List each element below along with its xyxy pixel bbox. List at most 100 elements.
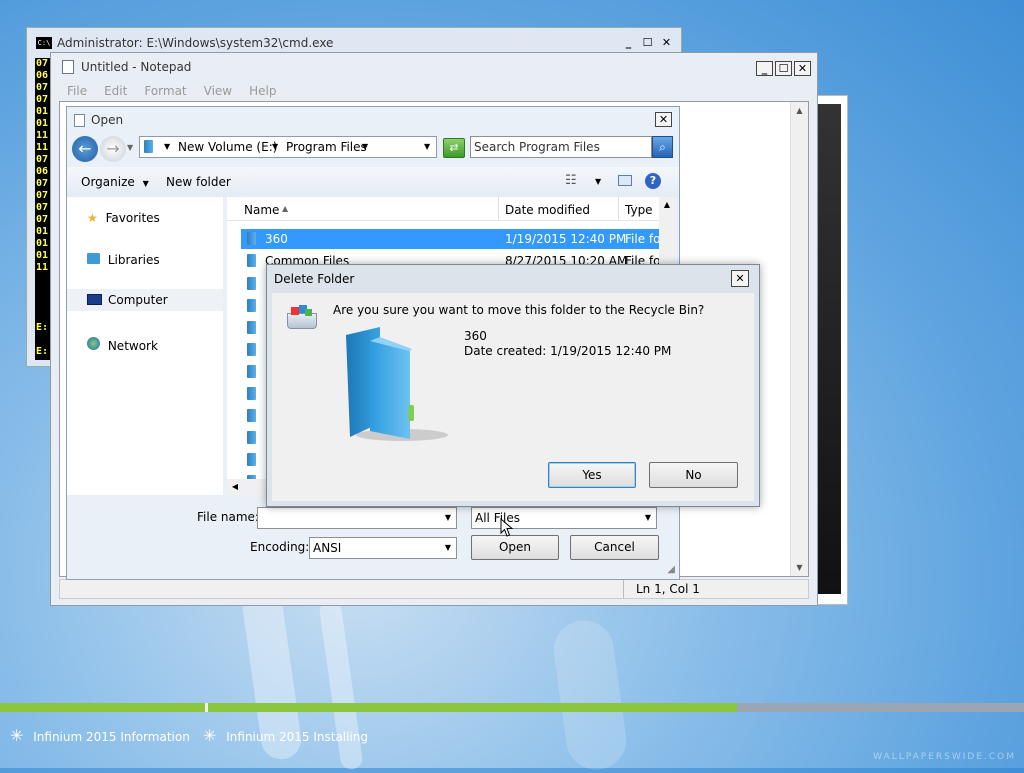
open-dialog-close-button[interactable]: ✕ — [655, 112, 672, 127]
breadcrumb-separator-icon[interactable]: ▼ — [272, 137, 278, 157]
watermark: WALLPAPERSWIDE.COM — [873, 752, 1016, 762]
organize-button[interactable]: Organize ▼ — [81, 175, 149, 189]
chevron-down-icon[interactable]: ▼ — [641, 509, 655, 527]
folder-icon — [247, 387, 256, 400]
folder-icon — [247, 431, 256, 444]
menu-item-edit[interactable]: Edit — [104, 81, 127, 101]
yes-button[interactable]: Yes — [548, 462, 636, 488]
install-step-2: ✳ Infinium 2015 Installing — [203, 726, 369, 745]
cmd-close-button[interactable]: ✕ — [658, 36, 675, 51]
breadcrumb-program-files[interactable]: Program Files — [286, 137, 367, 157]
help-icon[interactable]: ? — [645, 173, 661, 189]
address-dropdown-icon[interactable]: ▼ — [424, 137, 430, 157]
breadcrumb-new-volume[interactable]: New Volume (E:) — [178, 137, 277, 157]
install-progress-bar — [0, 703, 1024, 712]
delete-item-name: 360 — [464, 329, 487, 343]
refresh-button[interactable]: ⇄ — [443, 138, 465, 158]
recent-dropdown-icon[interactable]: ▼ — [127, 143, 133, 152]
back-button[interactable]: ← — [72, 136, 98, 162]
encoding-label: Encoding: — [250, 540, 310, 554]
notepad-title: Untitled - Notepad — [81, 60, 192, 74]
forward-button[interactable]: → — [100, 136, 126, 162]
sort-ascending-icon: ▲ — [282, 204, 289, 213]
scroll-left-arrow-icon[interactable]: ◀ — [227, 479, 243, 495]
back-arrow-icon: ← — [78, 139, 92, 158]
file-type-select[interactable]: All Files ▼ — [471, 507, 657, 529]
navigation-pane: ★ Favorites Libraries Computer Network — [67, 197, 223, 495]
delete-folder-dialog[interactable]: Delete Folder ✕ Are you sure you want to… — [266, 264, 760, 507]
column-header-type[interactable]: Type — [619, 197, 659, 221]
column-header-name[interactable]: Name ▲ — [227, 197, 499, 221]
table-row[interactable]: 360 1/19/2015 12:40 PM File fol — [241, 229, 664, 249]
notepad-statusbar: Ln 1, Col 1 — [59, 579, 809, 599]
star-icon: ★ — [87, 211, 98, 225]
cmd-prompt: E: — [36, 346, 49, 357]
delete-dialog-body: Are you sure you want to move this folde… — [272, 293, 754, 501]
folder-icon — [247, 254, 256, 267]
refresh-icon: ⇄ — [449, 141, 459, 154]
nav-item-computer[interactable]: Computer — [67, 289, 223, 311]
notepad-vscrollbar[interactable]: ▲ ▼ — [790, 102, 808, 576]
cmd-minimize-button[interactable]: _ — [620, 36, 637, 51]
nav-item-favorites[interactable]: ★ Favorites — [87, 211, 160, 225]
folder-icon — [247, 409, 256, 422]
delete-item-date: Date created: 1/19/2015 12:40 PM — [464, 344, 672, 358]
notepad-minimize-button[interactable]: _ — [756, 61, 773, 76]
large-folder-icon — [340, 327, 450, 447]
scroll-up-arrow-icon[interactable]: ▲ — [659, 197, 675, 213]
chevron-down-icon[interactable]: ▼ — [441, 509, 455, 527]
chevron-down-icon[interactable]: ▼ — [441, 539, 455, 557]
cancel-button[interactable]: Cancel — [570, 535, 659, 560]
menu-item-view[interactable]: View — [204, 81, 232, 101]
notepad-close-button[interactable]: ✕ — [794, 61, 811, 76]
delete-question: Are you sure you want to move this folde… — [333, 303, 705, 317]
computer-icon — [87, 294, 102, 305]
notepad-menubar: File Edit Format View Help — [59, 81, 276, 101]
notepad-maximize-button[interactable]: ☐ — [775, 61, 792, 76]
cmd-maximize-button[interactable]: ☐ — [639, 36, 656, 51]
delete-dialog-title: Delete Folder — [274, 272, 355, 286]
file-name-input[interactable]: ▼ — [257, 507, 457, 529]
breadcrumb-separator-icon[interactable]: ▼ — [164, 137, 170, 157]
delete-dialog-titlebar[interactable]: Delete Folder ✕ — [267, 265, 759, 293]
view-dropdown-icon[interactable]: ▼ — [595, 177, 601, 186]
nav-item-network[interactable]: Network — [87, 337, 158, 353]
star-bullet-icon: ✳ — [203, 726, 217, 745]
folder-icon — [247, 365, 256, 378]
view-options-icon[interactable]: ☷ — [565, 173, 577, 188]
folder-icon — [247, 453, 256, 466]
cmd-prompt: E: — [36, 322, 49, 333]
scroll-down-arrow-icon[interactable]: ▼ — [791, 559, 808, 576]
address-bar[interactable]: ▼ New Volume (E:) ▼ Program Files ▼ ▼ — [139, 136, 437, 158]
search-button[interactable]: ⌕ — [652, 136, 673, 158]
open-dialog-title: Open — [91, 113, 124, 127]
menu-item-format[interactable]: Format — [144, 81, 186, 101]
progress-divider — [205, 703, 208, 712]
scroll-up-arrow-icon[interactable]: ▲ — [791, 102, 808, 119]
cmd-title: Administrator: E:\Windows\system32\cmd.e… — [57, 36, 334, 50]
chevron-down-icon: ▼ — [142, 179, 149, 188]
new-folder-button[interactable]: New folder — [166, 175, 231, 189]
menu-item-help[interactable]: Help — [249, 81, 276, 101]
nav-item-libraries[interactable]: Libraries — [87, 253, 160, 267]
notepad-titlebar[interactable]: Untitled - Notepad _ ☐ ✕ — [51, 53, 817, 81]
encoding-select[interactable]: ANSI ▼ — [309, 537, 457, 559]
no-button[interactable]: No — [649, 462, 738, 488]
open-dialog-icon — [74, 113, 85, 127]
delete-dialog-close-button[interactable]: ✕ — [731, 270, 749, 287]
library-icon — [87, 253, 100, 264]
column-header-date[interactable]: Date modified — [499, 197, 619, 221]
status-position: Ln 1, Col 1 — [636, 582, 700, 596]
resize-grip-icon[interactable]: ◢ — [667, 564, 675, 575]
preview-pane-icon[interactable] — [618, 175, 632, 186]
cmd-icon: C:\ — [36, 37, 52, 49]
folder-icon — [247, 299, 256, 312]
open-dialog-titlebar[interactable]: Open ✕ — [67, 107, 679, 133]
breadcrumb-separator-icon[interactable]: ▼ — [362, 137, 368, 157]
folder-icon — [247, 321, 256, 334]
search-input[interactable]: Search Program Files — [470, 136, 652, 158]
star-bullet-icon: ✳ — [10, 726, 24, 745]
open-button[interactable]: Open — [471, 535, 559, 560]
folder-icon — [247, 343, 256, 356]
menu-item-file[interactable]: File — [67, 81, 87, 101]
